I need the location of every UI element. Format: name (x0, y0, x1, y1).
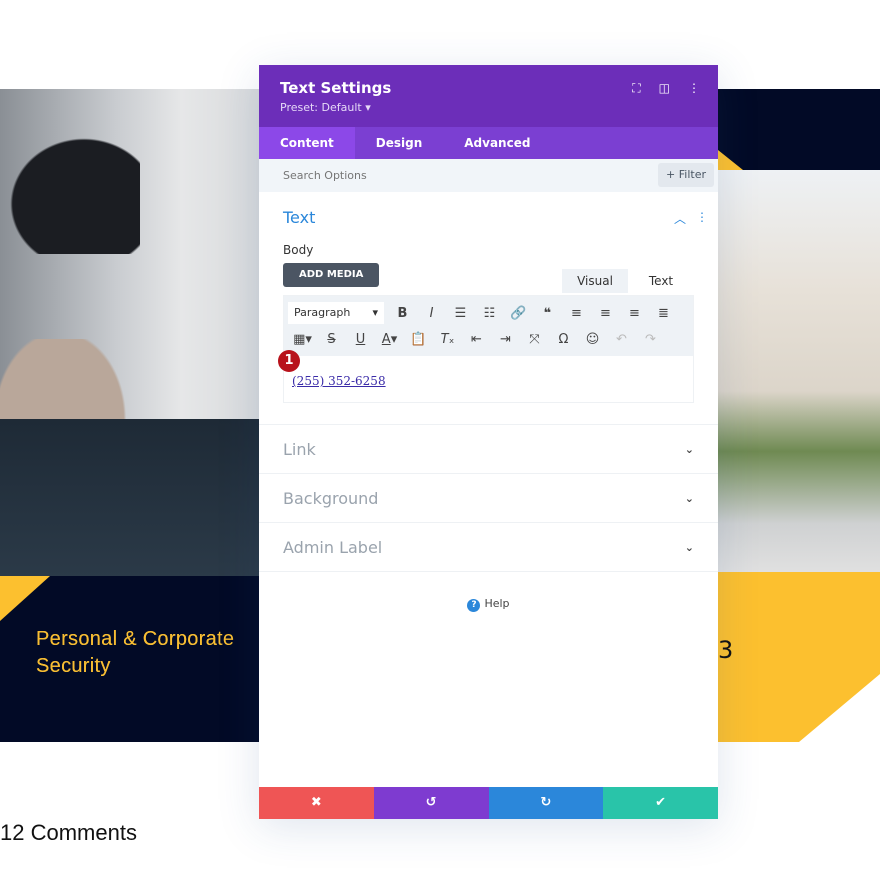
text-color-icon[interactable]: A▾ (375, 332, 404, 347)
text-section: Text ︿ ⋮ Body ADD MEDIA Visual Text Parag… (259, 192, 718, 425)
section-admin-label[interactable]: Admin Label ⌄ (259, 523, 718, 572)
cap (0, 129, 140, 254)
section-background[interactable]: Background ⌄ (259, 474, 718, 523)
help-icon: ? (467, 599, 481, 612)
bullet-list-icon[interactable]: ☰ (446, 306, 475, 321)
cancel-button[interactable]: ✖ (259, 787, 374, 819)
chevron-down-icon: ⌄ (684, 491, 694, 505)
tab-content[interactable]: Content (259, 127, 355, 159)
panel-footer: ✖ ↺ ↻ ✔ (259, 787, 718, 819)
chevron-down-icon: ⌄ (684, 540, 694, 554)
clear-format-icon[interactable]: Tₓ (433, 332, 462, 347)
comments-heading: 12 Comments (0, 820, 137, 845)
redo-button[interactable]: ↻ (488, 787, 604, 819)
undo-icon: ↺ (425, 795, 437, 810)
underline-icon[interactable]: U (346, 332, 375, 347)
preset-dropdown[interactable]: Preset: Default ▾ (280, 101, 697, 114)
tab-design[interactable]: Design (355, 127, 444, 159)
undo-button[interactable]: ↺ (373, 787, 489, 819)
tab-advanced[interactable]: Advanced (443, 127, 551, 159)
search-bar: + Filter (259, 159, 718, 192)
panel-tabs: Content Design Advanced (259, 127, 718, 159)
fullscreen-icon[interactable]: ⤧ (520, 332, 549, 347)
undo-icon[interactable]: ↶ (607, 332, 636, 347)
strikethrough-icon[interactable]: S (317, 332, 346, 347)
more-vertical-icon[interactable]: ⋮ (688, 81, 700, 96)
omega-icon[interactable]: Ω (549, 332, 578, 347)
tab-visual[interactable]: Visual (562, 269, 628, 293)
align-left-icon[interactable]: ≡ (562, 306, 591, 321)
redo-icon: ↻ (540, 795, 552, 810)
close-icon: ✖ (310, 795, 322, 810)
chevron-down-icon: ⌄ (684, 442, 694, 456)
check-icon: ✔ (655, 795, 667, 810)
save-button[interactable]: ✔ (603, 787, 718, 819)
redo-icon[interactable]: ↷ (636, 332, 665, 347)
align-center-icon[interactable]: ≡ (591, 306, 620, 321)
jacket (0, 419, 259, 579)
numbered-list-icon[interactable]: ☷ (475, 306, 504, 321)
rich-text-editor: Paragraph ▾ B I ☰ ☷ 🔗 ❝ ≡ ≡ ≡ ≣ ▦▾ S U A▾… (278, 295, 694, 403)
link-icon[interactable]: 🔗 (504, 306, 533, 321)
add-media-button[interactable]: ADD MEDIA (283, 263, 380, 287)
security-guard-photo (0, 89, 259, 579)
editor-toolbar: Paragraph ▾ B I ☰ ☷ 🔗 ❝ ≡ ≡ ≡ ≣ ▦▾ S U A▾… (284, 296, 693, 356)
right-yellow-card (718, 572, 880, 742)
emoji-icon[interactable]: ☺ (578, 332, 607, 347)
align-right-icon[interactable]: ≡ (620, 306, 649, 321)
expand-icon[interactable]: ⛶ (632, 81, 640, 96)
indent-icon[interactable]: ⇥ (491, 332, 520, 347)
right-navy-block (718, 89, 880, 170)
right-card-text: 3 (718, 636, 734, 664)
service-title: Personal & Corpora Security (36, 628, 218, 677)
building-photo (718, 170, 880, 572)
step-badge: 1 (278, 350, 300, 372)
filter-button[interactable]: + Filter (658, 163, 714, 187)
format-select[interactable]: Paragraph ▾ (288, 302, 384, 324)
editor-content[interactable]: 1 (255) 352-6258 (278, 350, 693, 402)
italic-icon[interactable]: I (417, 306, 446, 321)
blockquote-icon[interactable]: ❝ (533, 306, 562, 321)
chevron-up-icon[interactable]: ︿ (674, 210, 686, 227)
paste-text-icon[interactable]: 📋 (404, 332, 433, 347)
table-icon[interactable]: ▦▾ (288, 332, 317, 347)
outdent-icon[interactable]: ⇤ (462, 332, 491, 347)
search-input[interactable] (259, 159, 619, 192)
body-label: Body (283, 243, 314, 257)
more-vertical-icon[interactable]: ⋮ (696, 210, 708, 227)
columns-icon[interactable]: ◫ (659, 81, 670, 96)
phone-link[interactable]: (255) 352-6258 (292, 374, 386, 388)
help-link[interactable]: ? Help (259, 597, 718, 612)
justify-icon[interactable]: ≣ (649, 306, 678, 321)
text-settings-panel: Text Settings Preset: Default ▾ ⛶ ◫ ⋮ Co… (259, 65, 718, 819)
panel-header: Text Settings Preset: Default ▾ ⛶ ◫ ⋮ (259, 65, 718, 127)
bold-icon[interactable]: B (388, 306, 417, 321)
section-title[interactable]: Text (283, 208, 694, 227)
tab-text[interactable]: Text (628, 269, 694, 293)
section-link[interactable]: Link ⌄ (259, 425, 718, 474)
